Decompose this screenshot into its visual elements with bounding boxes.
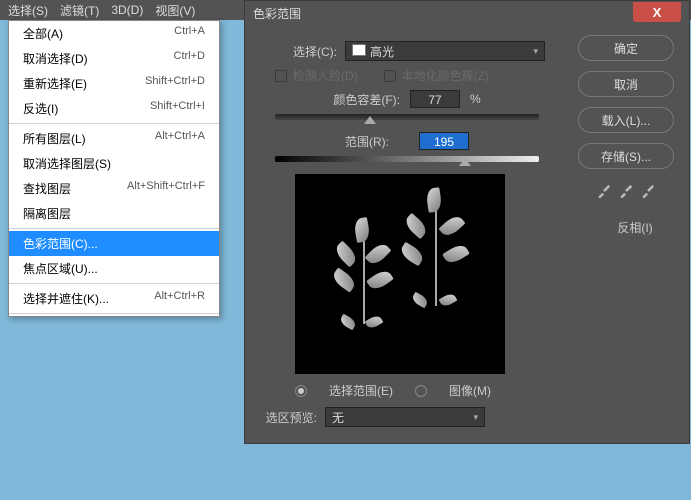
ok-button[interactable]: 确定 bbox=[578, 35, 674, 61]
dialog-title: 色彩范围 bbox=[253, 5, 301, 22]
select-label: 选择(C): bbox=[255, 43, 345, 60]
select-dropdown-main[interactable]: 高光 ▾ bbox=[345, 41, 545, 61]
save-button[interactable]: 存储(S)... bbox=[578, 143, 674, 169]
range-label: 范围(R): bbox=[345, 133, 389, 150]
radio-image-label: 图像(M) bbox=[449, 382, 491, 399]
label-detectfaces: 检测人脸(D) bbox=[293, 67, 358, 84]
swatch-icon bbox=[352, 44, 366, 56]
menu-3d[interactable]: 3D(D) bbox=[105, 1, 149, 19]
menu-item-isolayers[interactable]: 隔离图层 bbox=[9, 201, 219, 226]
menu-filter[interactable]: 滤镜(T) bbox=[54, 0, 105, 21]
radio-image[interactable] bbox=[415, 385, 427, 397]
label-localized: 本地化颜色簇(Z) bbox=[402, 67, 489, 84]
load-button[interactable]: 载入(L)... bbox=[578, 107, 674, 133]
menu-item-selectmask[interactable]: 选择并遮住(K)...Alt+Ctrl+R bbox=[9, 286, 219, 311]
menu-item-inverse[interactable]: 反选(I)Shift+Ctrl+I bbox=[9, 96, 219, 121]
fuzziness-input[interactable]: 77 bbox=[410, 90, 460, 108]
radio-selection-label: 选择范围(E) bbox=[329, 382, 393, 399]
radio-selection[interactable] bbox=[295, 385, 307, 397]
menu-select[interactable]: 选择(S) bbox=[2, 0, 54, 21]
preview-image bbox=[295, 174, 505, 374]
menu-item-reselect[interactable]: 重新选择(E)Shift+Ctrl+D bbox=[9, 71, 219, 96]
invert-label: 反相(I) bbox=[617, 219, 652, 236]
checkbox-detectfaces bbox=[275, 70, 287, 82]
eyedropper-minus-icon[interactable]: - bbox=[640, 183, 656, 199]
percent-label: % bbox=[470, 92, 481, 106]
menu-item-focusarea[interactable]: 焦点区域(U)... bbox=[9, 256, 219, 281]
invert-checkbox[interactable] bbox=[599, 222, 611, 234]
menu-item-alllayers[interactable]: 所有图层(L)Alt+Ctrl+A bbox=[9, 126, 219, 151]
color-range-dialog: 色彩范围 X 选择(C): 高光 ▾ 检测人脸(D) 本地化颜色簇(Z) 颜色容… bbox=[244, 0, 690, 444]
preview-select-label: 选区预览: bbox=[255, 409, 325, 426]
eyedropper-plus-icon[interactable]: + bbox=[618, 183, 634, 199]
titlebar: 色彩范围 X bbox=[245, 1, 689, 25]
range-input[interactable]: 195 bbox=[419, 132, 469, 150]
chevron-down-icon: ▾ bbox=[533, 46, 538, 57]
cancel-button[interactable]: 取消 bbox=[578, 71, 674, 97]
close-button[interactable]: X bbox=[633, 2, 681, 22]
fuzziness-label: 颜色容差(F): bbox=[333, 91, 400, 108]
menu-item-colorrange[interactable]: 色彩范围(C)... bbox=[9, 231, 219, 256]
checkbox-localized bbox=[384, 70, 396, 82]
menu-item-findlayers[interactable]: 查找图层Alt+Shift+Ctrl+F bbox=[9, 176, 219, 201]
svg-text:+: + bbox=[629, 185, 633, 192]
menu-item-deselect[interactable]: 取消选择(D)Ctrl+D bbox=[9, 46, 219, 71]
menu-view[interactable]: 视图(V) bbox=[149, 0, 201, 21]
menu-item-all[interactable]: 全部(A)Ctrl+A bbox=[9, 21, 219, 46]
eyedropper-icon[interactable] bbox=[596, 183, 612, 199]
select-dropdown: 全部(A)Ctrl+A 取消选择(D)Ctrl+D 重新选择(E)Shift+C… bbox=[8, 20, 220, 317]
preview-select[interactable]: 无 ▾ bbox=[325, 407, 485, 427]
svg-text:-: - bbox=[651, 185, 653, 192]
range-slider[interactable] bbox=[275, 156, 539, 162]
menu-item-deslayers[interactable]: 取消选择图层(S) bbox=[9, 151, 219, 176]
chevron-down-icon: ▾ bbox=[473, 412, 478, 423]
fuzziness-slider[interactable] bbox=[275, 114, 539, 120]
